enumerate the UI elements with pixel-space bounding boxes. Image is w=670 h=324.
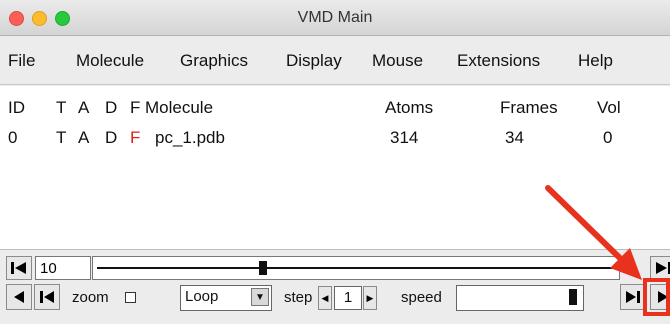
window-title: VMD Main xyxy=(297,9,373,26)
speed-label: speed xyxy=(401,289,442,306)
play-reverse-button[interactable] xyxy=(6,284,32,310)
arrow-left-icon: ◀ xyxy=(321,292,329,303)
arrow-right-icon: ▶ xyxy=(366,292,374,303)
menu-mouse[interactable]: Mouse xyxy=(372,51,423,71)
goto-start-button[interactable] xyxy=(6,256,32,280)
menu-help[interactable]: Help xyxy=(578,51,613,71)
header-active: A xyxy=(78,98,90,117)
frame-number-input[interactable] xyxy=(35,256,91,280)
menu-bar: File Molecule Graphics Display Mouse Ext… xyxy=(0,37,670,85)
row-fixed-flag[interactable]: F xyxy=(130,128,140,148)
step-decrease-button[interactable]: ◀ xyxy=(318,286,332,310)
slider-line xyxy=(97,267,615,269)
title-bar: VMD Main xyxy=(0,0,670,36)
step-label: step xyxy=(284,289,313,306)
header-vol: Vol xyxy=(597,98,621,117)
header-atoms: Atoms xyxy=(385,98,434,117)
header-frames: Frames xyxy=(500,98,558,117)
header-molecule: Molecule xyxy=(145,98,214,117)
header-drawn: D xyxy=(105,98,118,117)
slider-thumb[interactable] xyxy=(259,261,267,275)
zoom-label: zoom xyxy=(72,289,109,306)
annotation-highlight-box xyxy=(643,278,670,316)
zoom-checkbox[interactable] xyxy=(125,292,136,303)
row-top-flag[interactable]: T xyxy=(56,128,66,148)
play-reverse-icon xyxy=(14,291,24,303)
step-increase-button[interactable]: ▶ xyxy=(363,286,377,310)
menu-graphics[interactable]: Graphics xyxy=(180,51,248,71)
menu-display[interactable]: Display xyxy=(286,51,342,71)
row-molecule-name[interactable]: pc_1.pdb xyxy=(155,128,225,148)
row-frames: 34 xyxy=(505,128,524,147)
row-id[interactable]: 0 xyxy=(8,128,17,148)
chevron-down-icon: ▼ xyxy=(251,288,269,306)
loop-mode-select[interactable]: Loop ▼ xyxy=(180,285,272,311)
step-value-input[interactable]: 1 xyxy=(334,286,362,310)
header-top: T xyxy=(56,98,67,117)
row-active-flag[interactable]: A xyxy=(78,128,89,148)
row-vol: 0 xyxy=(603,128,613,147)
menu-file[interactable]: File xyxy=(8,51,35,71)
menu-molecule[interactable]: Molecule xyxy=(76,51,144,71)
annotation-arrow xyxy=(545,185,642,280)
menu-extensions[interactable]: Extensions xyxy=(457,51,540,71)
loop-mode-value: Loop xyxy=(185,288,219,305)
step-back-icon xyxy=(40,291,54,303)
header-id: ID xyxy=(8,98,25,117)
header-fixed: F xyxy=(130,98,141,117)
skip-to-start-icon xyxy=(11,262,26,274)
row-atoms: 314 xyxy=(390,128,419,147)
step-back-button[interactable] xyxy=(34,284,60,310)
row-drawn-flag[interactable]: D xyxy=(105,128,117,148)
vmd-main-window: VMD Main File Molecule Graphics Display … xyxy=(0,0,670,324)
